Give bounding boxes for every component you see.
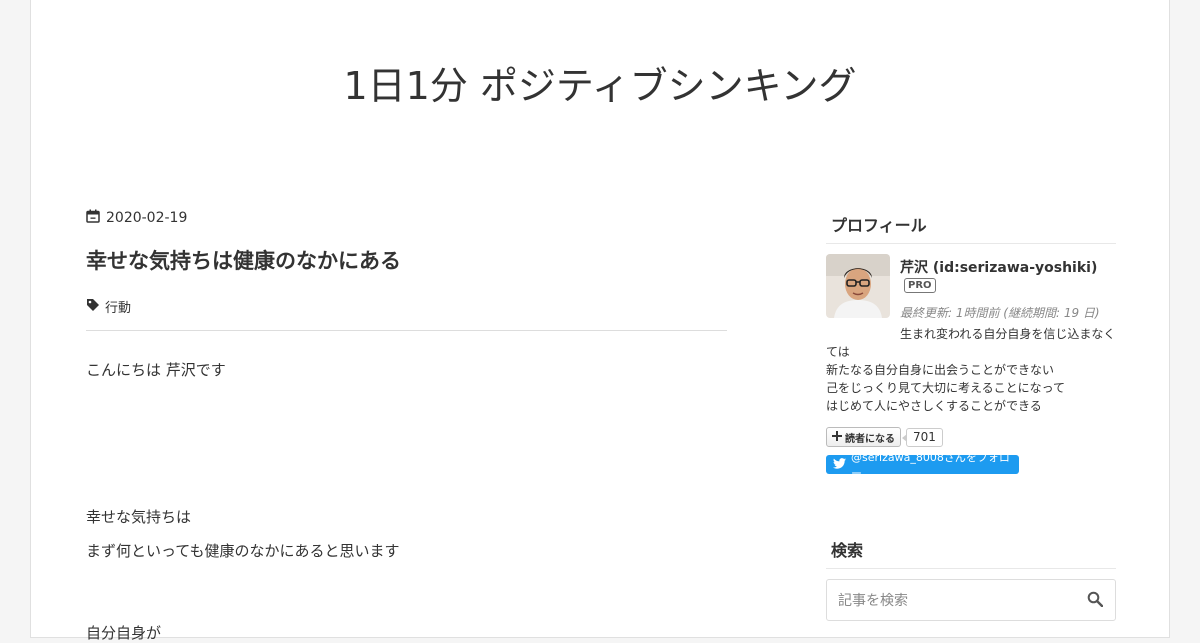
search-icon[interactable] [1087, 591, 1104, 611]
subscribe-label: 読者になる [845, 433, 895, 445]
entry-paragraph: 幸せな気持ちは [86, 508, 192, 526]
calendar-icon [86, 209, 100, 227]
profile-name[interactable]: 芹沢 (id:serizawa-yoshiki) [900, 257, 1097, 277]
entry-date-text: 2020-02-19 [106, 210, 188, 226]
description-line: はじめて人にやさしくすることができる [826, 399, 1042, 413]
search-input[interactable] [827, 580, 1090, 622]
reader-count[interactable]: 701 [902, 427, 943, 447]
entry-date[interactable]: 2020-02-19 [86, 209, 187, 227]
entry-paragraph: まず何といっても健康のなかにあると思います [86, 542, 400, 560]
profile-heading: プロフィール [826, 212, 1116, 244]
search-form [826, 579, 1116, 622]
category-label: 行動 [105, 301, 132, 316]
description-line: 新たなる自分自身に出会うことができない [826, 363, 1055, 377]
twitter-follow-label: @serizawa_8008さんをフォロー [851, 450, 1010, 480]
entry-title[interactable]: 幸せな気持ちは健康のなかにある [86, 245, 401, 275]
description-line: 己をじっくり見て大切に考えることになって [826, 381, 1066, 395]
pro-badge: PRO [904, 278, 936, 293]
blog-title[interactable]: 1日1分 ポジティブシンキング [31, 55, 1169, 110]
profile-description: 生まれ変われる自分自身を信じ込まなくては 新たなる自分自身に出会うことができない… [826, 325, 1118, 415]
search-heading: 検索 [826, 537, 1116, 569]
last-updated: 最終更新: 1時間前 (継続期間: 19 日) [900, 306, 1100, 320]
subscribe-button[interactable]: 読者になる [826, 427, 901, 447]
plus-icon [832, 430, 842, 444]
entry-category[interactable]: 行動 [86, 297, 131, 316]
description-line: 生まれ変われる自分自身を信じ込まなくては [826, 327, 1116, 359]
twitter-follow-button[interactable]: @serizawa_8008さんをフォロー [826, 451, 1019, 480]
entry-paragraph: こんにちは 芹沢です [86, 361, 226, 379]
reader-subscribe: 読者になる 701 [826, 427, 943, 447]
entry-divider [86, 330, 727, 331]
avatar[interactable] [826, 254, 890, 318]
tag-icon [86, 298, 100, 316]
twitter-bird-icon [833, 457, 846, 472]
entry-paragraph: 自分自身が [86, 624, 162, 642]
page-container: 1日1分 ポジティブシンキング 2020-02-19 幸せな気持ちは健康のなかに… [30, 0, 1170, 642]
